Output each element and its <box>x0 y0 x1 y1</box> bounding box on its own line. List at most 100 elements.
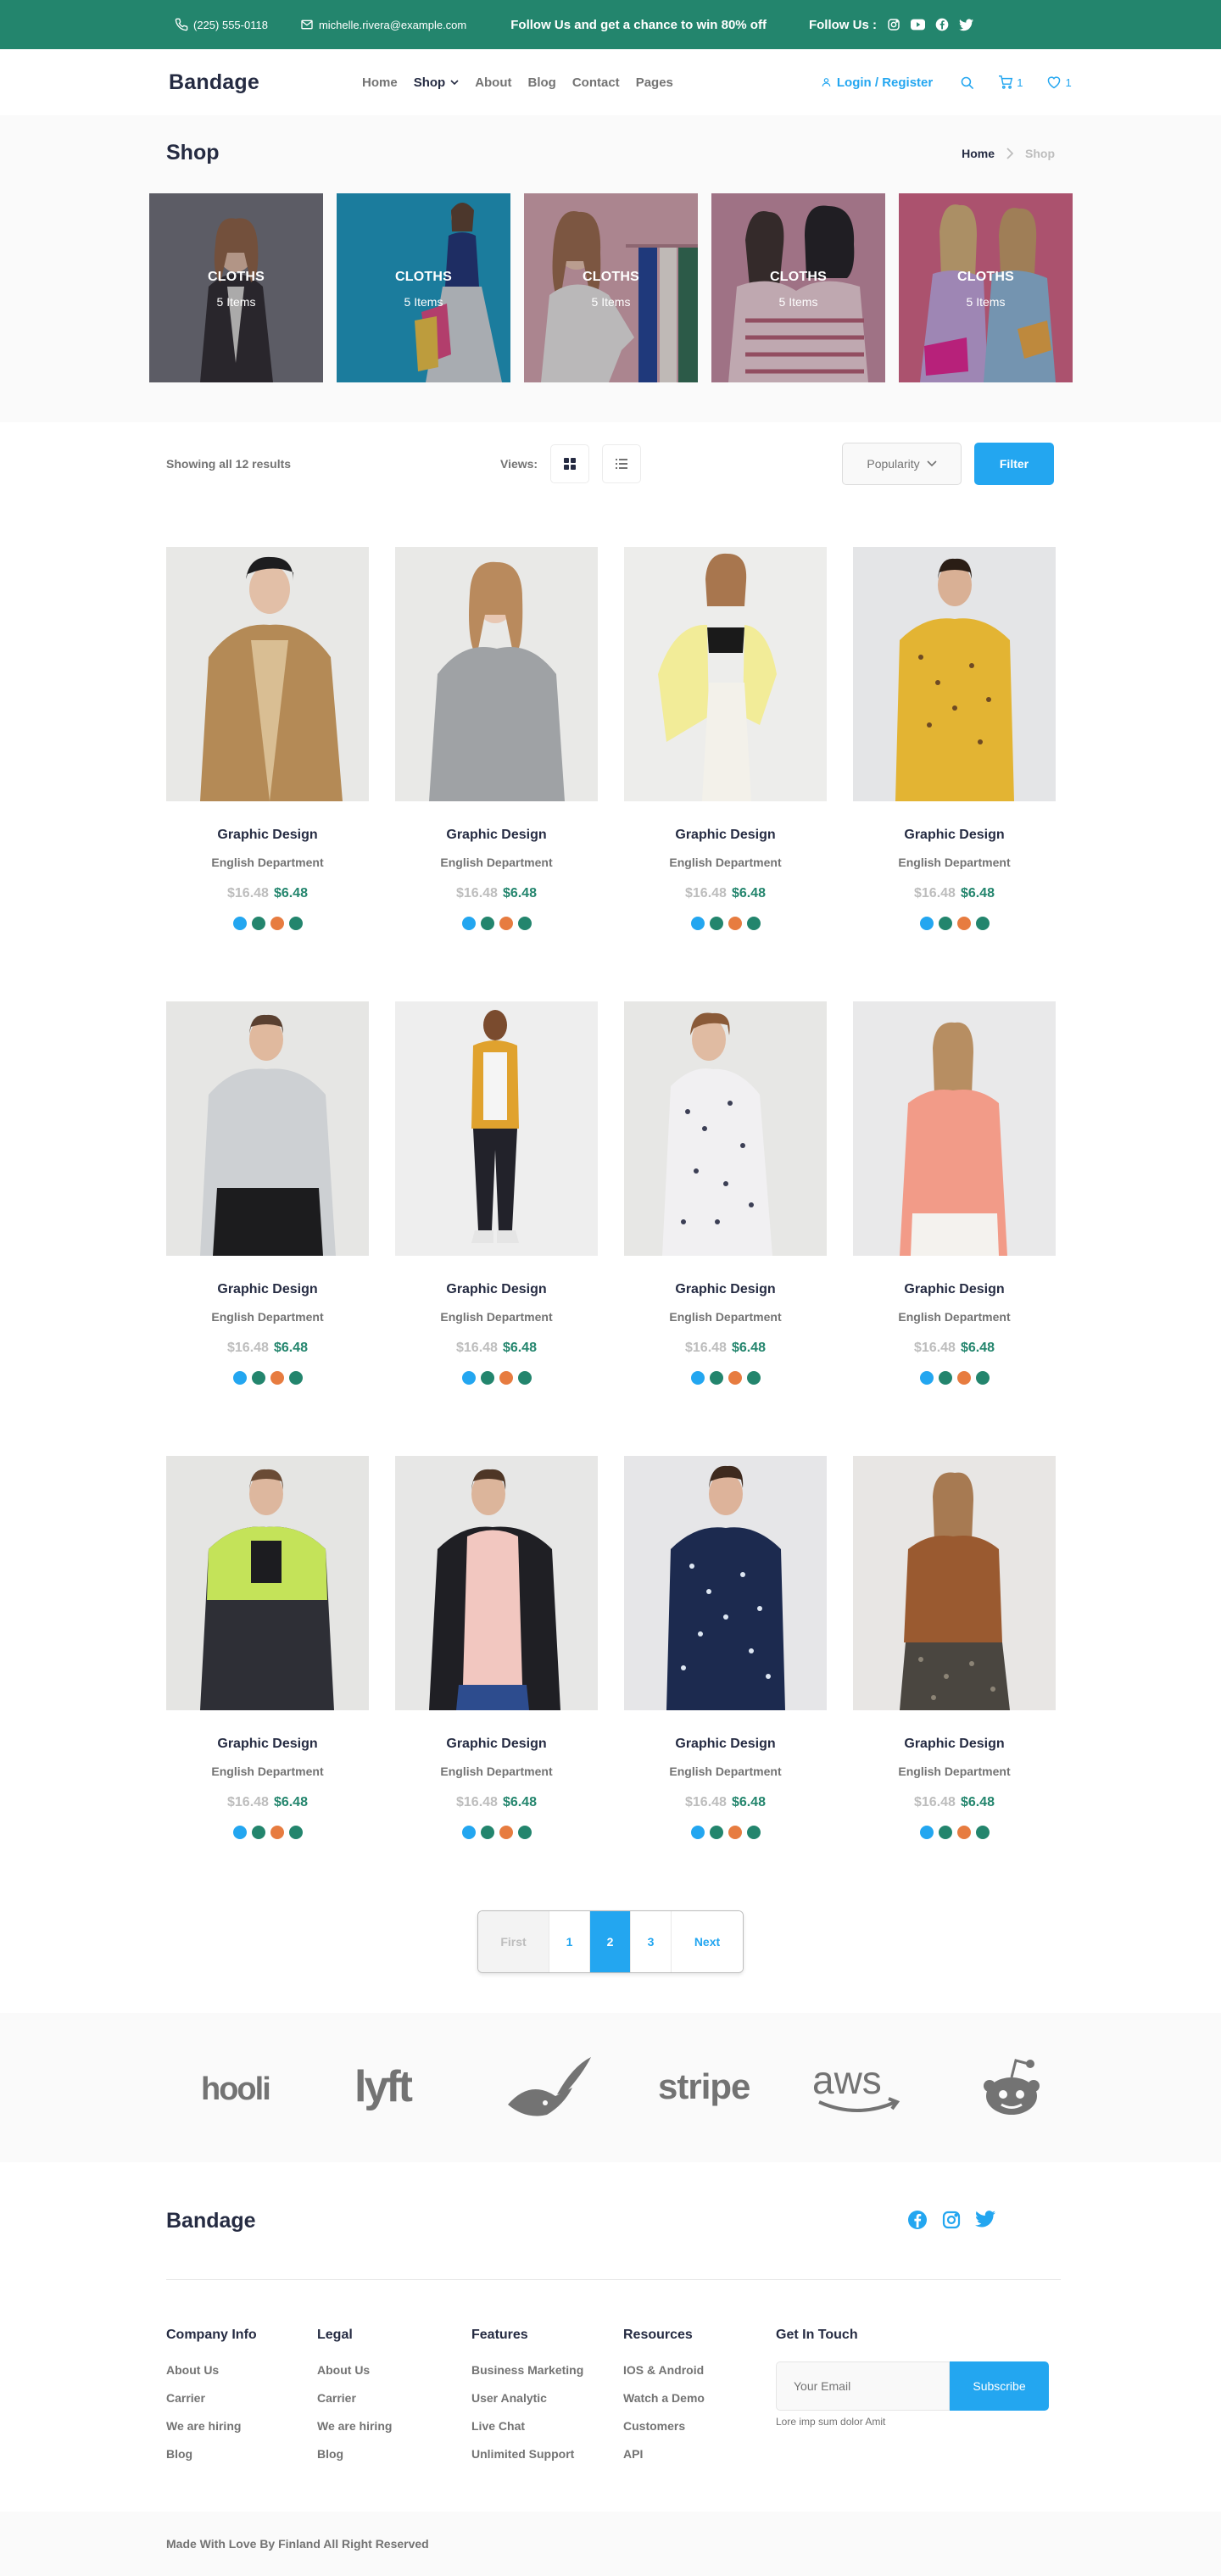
cart-button[interactable]: 1 <box>998 75 1023 89</box>
phone-contact[interactable]: (225) 555-0118 <box>175 18 268 31</box>
swatch-orange[interactable] <box>728 1826 742 1839</box>
swatch-teal[interactable] <box>746 917 761 930</box>
swatch-blue[interactable] <box>690 1826 705 1839</box>
category-card[interactable]: CLOTHS 5 Items <box>711 193 885 382</box>
footer-link[interactable]: User Analytic <box>471 2391 623 2405</box>
footer-link[interactable]: Unlimited Support <box>471 2447 623 2461</box>
footer-link[interactable]: Carrier <box>166 2391 317 2405</box>
wishlist-button[interactable]: 1 <box>1046 75 1072 89</box>
twitter-icon[interactable] <box>975 2210 995 2228</box>
footer-link[interactable]: We are hiring <box>166 2419 317 2433</box>
category-card[interactable]: CLOTHS 5 Items <box>337 193 510 382</box>
footer-link[interactable]: Customers <box>623 2419 776 2433</box>
swatch-teal[interactable] <box>517 1371 532 1385</box>
product-card[interactable]: Graphic Design English Department $16.48… <box>624 1001 827 1456</box>
product-card[interactable]: Graphic Design English Department $16.48… <box>395 1001 598 1456</box>
swatch-teal[interactable] <box>517 917 532 930</box>
product-card[interactable]: Graphic Design English Department $16.48… <box>853 1456 1056 1910</box>
swatch-green[interactable] <box>938 1826 952 1839</box>
swatch-green[interactable] <box>251 1826 265 1839</box>
category-card[interactable]: CLOTHS 5 Items <box>524 193 698 382</box>
swatch-teal[interactable] <box>517 1826 532 1839</box>
nav-contact[interactable]: Contact <box>572 75 620 90</box>
product-card[interactable]: Graphic Design English Department $16.48… <box>166 1001 369 1456</box>
swatch-teal[interactable] <box>975 1826 990 1839</box>
footer-link[interactable]: About Us <box>166 2363 317 2377</box>
login-register-link[interactable]: Login / Register <box>821 75 933 90</box>
swatch-teal[interactable] <box>746 1826 761 1839</box>
category-card[interactable]: CLOTHS 5 Items <box>899 193 1073 382</box>
swatch-blue[interactable] <box>232 1371 247 1385</box>
footer-link[interactable]: Blog <box>317 2447 471 2461</box>
nav-shop[interactable]: Shop <box>414 75 460 90</box>
swatch-green[interactable] <box>251 1371 265 1385</box>
swatch-blue[interactable] <box>690 1371 705 1385</box>
swatch-orange[interactable] <box>499 1826 513 1839</box>
swatch-green[interactable] <box>709 1826 723 1839</box>
page-3-button[interactable]: 3 <box>631 1911 672 1972</box>
swatch-orange[interactable] <box>728 917 742 930</box>
email-field[interactable]: Your Email <box>776 2361 950 2411</box>
swatch-green[interactable] <box>709 917 723 930</box>
category-card[interactable]: CLOTHS 5 Items <box>149 193 323 382</box>
footer-link[interactable]: API <box>623 2447 776 2461</box>
instagram-icon[interactable] <box>887 18 900 31</box>
swatch-blue[interactable] <box>461 1371 476 1385</box>
swatch-orange[interactable] <box>956 1826 971 1839</box>
product-card[interactable]: Graphic Design English Department $16.48… <box>166 547 369 1001</box>
swatch-orange[interactable] <box>956 1371 971 1385</box>
swatch-blue[interactable] <box>461 917 476 930</box>
footer-link[interactable]: We are hiring <box>317 2419 471 2433</box>
product-card[interactable]: Graphic Design English Department $16.48… <box>624 547 827 1001</box>
swatch-teal[interactable] <box>975 1371 990 1385</box>
swatch-blue[interactable] <box>690 917 705 930</box>
swatch-blue[interactable] <box>232 1826 247 1839</box>
swatch-blue[interactable] <box>919 1371 934 1385</box>
twitter-icon[interactable] <box>958 19 973 31</box>
footer-link[interactable]: Blog <box>166 2447 317 2461</box>
swatch-orange[interactable] <box>270 1371 284 1385</box>
swatch-green[interactable] <box>938 1371 952 1385</box>
footer-link[interactable]: Business Marketing <box>471 2363 623 2377</box>
facebook-icon[interactable] <box>907 2210 928 2230</box>
brand-logo[interactable]: Bandage <box>169 70 362 95</box>
footer-link[interactable]: Watch a Demo <box>623 2391 776 2405</box>
search-button[interactable] <box>960 75 974 90</box>
list-view-button[interactable] <box>602 444 642 483</box>
swatch-green[interactable] <box>251 917 265 930</box>
swatch-teal[interactable] <box>288 917 303 930</box>
swatch-green[interactable] <box>480 1371 494 1385</box>
breadcrumb-home[interactable]: Home <box>962 147 995 160</box>
footer-link[interactable]: About Us <box>317 2363 471 2377</box>
product-card[interactable]: Graphic Design English Department $16.48… <box>166 1456 369 1910</box>
swatch-green[interactable] <box>480 917 494 930</box>
swatch-green[interactable] <box>709 1371 723 1385</box>
grid-view-button[interactable] <box>550 444 590 483</box>
product-card[interactable]: Graphic Design English Department $16.48… <box>395 547 598 1001</box>
sort-select[interactable]: Popularity <box>842 443 962 485</box>
nav-blog[interactable]: Blog <box>528 75 556 90</box>
page-1-button[interactable]: 1 <box>549 1911 590 1972</box>
product-card[interactable]: Graphic Design English Department $16.48… <box>853 1001 1056 1456</box>
swatch-blue[interactable] <box>461 1826 476 1839</box>
product-card[interactable]: Graphic Design English Department $16.48… <box>395 1456 598 1910</box>
swatch-orange[interactable] <box>270 1826 284 1839</box>
instagram-icon[interactable] <box>941 2210 962 2230</box>
facebook-icon[interactable] <box>935 18 949 31</box>
nav-home[interactable]: Home <box>362 75 398 90</box>
page-next-button[interactable]: Next <box>672 1911 743 1972</box>
product-card[interactable]: Graphic Design English Department $16.48… <box>624 1456 827 1910</box>
swatch-blue[interactable] <box>919 1826 934 1839</box>
swatch-orange[interactable] <box>499 1371 513 1385</box>
filter-button[interactable]: Filter <box>974 443 1054 485</box>
footer-link[interactable]: Live Chat <box>471 2419 623 2433</box>
swatch-blue[interactable] <box>919 917 934 930</box>
swatch-teal[interactable] <box>288 1826 303 1839</box>
footer-link[interactable]: IOS & Android <box>623 2363 776 2377</box>
email-contact[interactable]: michelle.rivera@example.com <box>300 18 466 31</box>
swatch-orange[interactable] <box>270 917 284 930</box>
footer-brand[interactable]: Bandage <box>166 2209 256 2233</box>
swatch-orange[interactable] <box>956 917 971 930</box>
swatch-orange[interactable] <box>499 917 513 930</box>
subscribe-button[interactable]: Subscribe <box>950 2361 1049 2411</box>
